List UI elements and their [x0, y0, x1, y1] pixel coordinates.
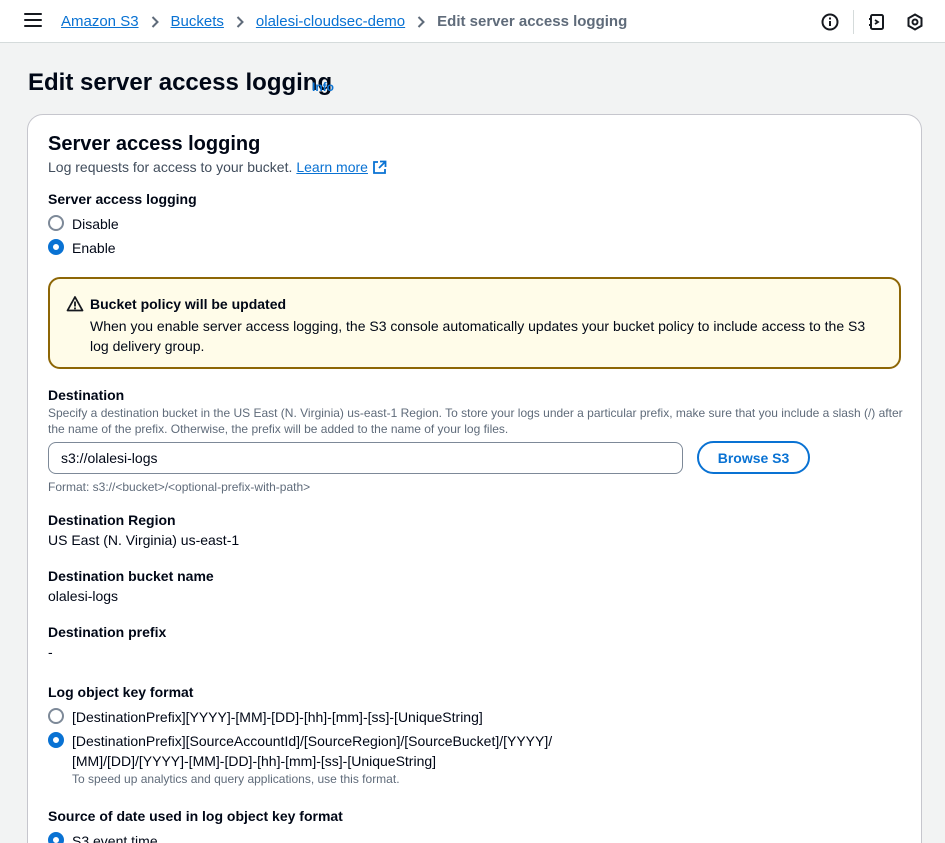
info-circle-icon[interactable]: [820, 12, 840, 32]
radio-button-selected[interactable]: [48, 732, 64, 748]
breadcrumb-buckets[interactable]: Buckets: [171, 13, 224, 30]
radio-hint: To speed up analytics and query applicat…: [72, 772, 400, 786]
chevron-right-icon: [405, 15, 437, 28]
destination-format-hint: Format: s3://<bucket>/<optional-prefix-w…: [48, 480, 311, 494]
info-link[interactable]: Info: [312, 80, 334, 94]
toolbar-divider: [853, 10, 854, 34]
learn-more-link[interactable]: Learn more: [296, 159, 368, 175]
alert-title: Bucket policy will be updated: [90, 296, 287, 312]
notifications-icon[interactable]: [867, 12, 887, 32]
warning-alert: Bucket policy will be updated When you e…: [48, 277, 901, 369]
radio-label-group: [DestinationPrefix][SourceAccountId]/[So…: [72, 731, 552, 787]
radio-label-line2: [MM]/[DD]/[YYYY]-[MM]-[DD]-[hh]-[mm]-[ss…: [72, 753, 437, 769]
destination-description: Specify a destination bucket in the US E…: [48, 406, 903, 436]
top-navigation-bar: Amazon S3 Buckets olalesi-cloudsec-demo …: [0, 0, 945, 43]
chevron-right-icon: [224, 15, 256, 28]
alert-body: When you enable server access logging, t…: [90, 318, 866, 354]
destination-prefix-value: -: [48, 644, 53, 660]
destination-bucket-value: olalesi-logs: [48, 588, 119, 604]
section-title: Server access logging: [48, 133, 261, 155]
breadcrumb: Amazon S3 Buckets olalesi-cloudsec-demo …: [61, 13, 627, 30]
breadcrumb-bucket[interactable]: olalesi-cloudsec-demo: [256, 13, 405, 30]
destination-input-value: s3://olalesi-logs: [61, 450, 158, 466]
date-source-label: Source of date used in log object key fo…: [48, 808, 343, 824]
radio-button-selected[interactable]: [48, 239, 64, 255]
breadcrumb-amazon-s3[interactable]: Amazon S3: [61, 13, 139, 30]
hamburger-menu-icon[interactable]: [24, 13, 42, 29]
radio-key-format-simple[interactable]: [DestinationPrefix][YYYY]-[MM]-[DD]-[hh]…: [48, 707, 483, 727]
server-access-logging-panel: Server access logging Log requests for a…: [27, 114, 922, 843]
destination-prefix-label: Destination prefix: [48, 624, 167, 640]
radio-button-selected[interactable]: [48, 832, 64, 843]
page-title: Edit server access logging: [28, 69, 333, 96]
breadcrumb-current: Edit server access logging: [437, 13, 628, 30]
radio-button[interactable]: [48, 708, 64, 724]
radio-key-format-partitioned[interactable]: [DestinationPrefix][SourceAccountId]/[So…: [48, 731, 552, 787]
radio-label: [DestinationPrefix][YYYY]-[MM]-[DD]-[hh]…: [72, 709, 483, 725]
radio-label: Enable: [72, 240, 116, 256]
warning-icon: [66, 295, 84, 313]
browse-s3-button[interactable]: Browse S3: [697, 441, 810, 474]
destination-bucket-label: Destination bucket name: [48, 568, 214, 584]
key-format-label: Log object key format: [48, 684, 194, 700]
radio-date-source-event-time[interactable]: S3 event time: [48, 831, 158, 843]
destination-region-value: US East (N. Virginia) us-east-1: [48, 532, 240, 548]
radio-enable[interactable]: Enable: [48, 238, 116, 258]
radio-button[interactable]: [48, 215, 64, 231]
radio-label: S3 event time: [72, 833, 158, 843]
settings-icon[interactable]: [905, 12, 925, 32]
section-description: Log requests for access to your bucket. …: [48, 159, 387, 175]
chevron-right-icon: [139, 15, 171, 28]
radio-label-line1: [DestinationPrefix][SourceAccountId]/[So…: [72, 733, 553, 749]
radio-disable[interactable]: Disable: [48, 214, 119, 234]
destination-region-label: Destination Region: [48, 512, 176, 528]
external-link-icon[interactable]: [372, 160, 387, 175]
destination-input[interactable]: s3://olalesi-logs: [48, 442, 683, 474]
radio-label: Disable: [72, 216, 119, 232]
destination-label: Destination: [48, 387, 125, 403]
section-description-text: Log requests for access to your bucket.: [48, 159, 293, 175]
logging-label: Server access logging: [48, 191, 197, 207]
